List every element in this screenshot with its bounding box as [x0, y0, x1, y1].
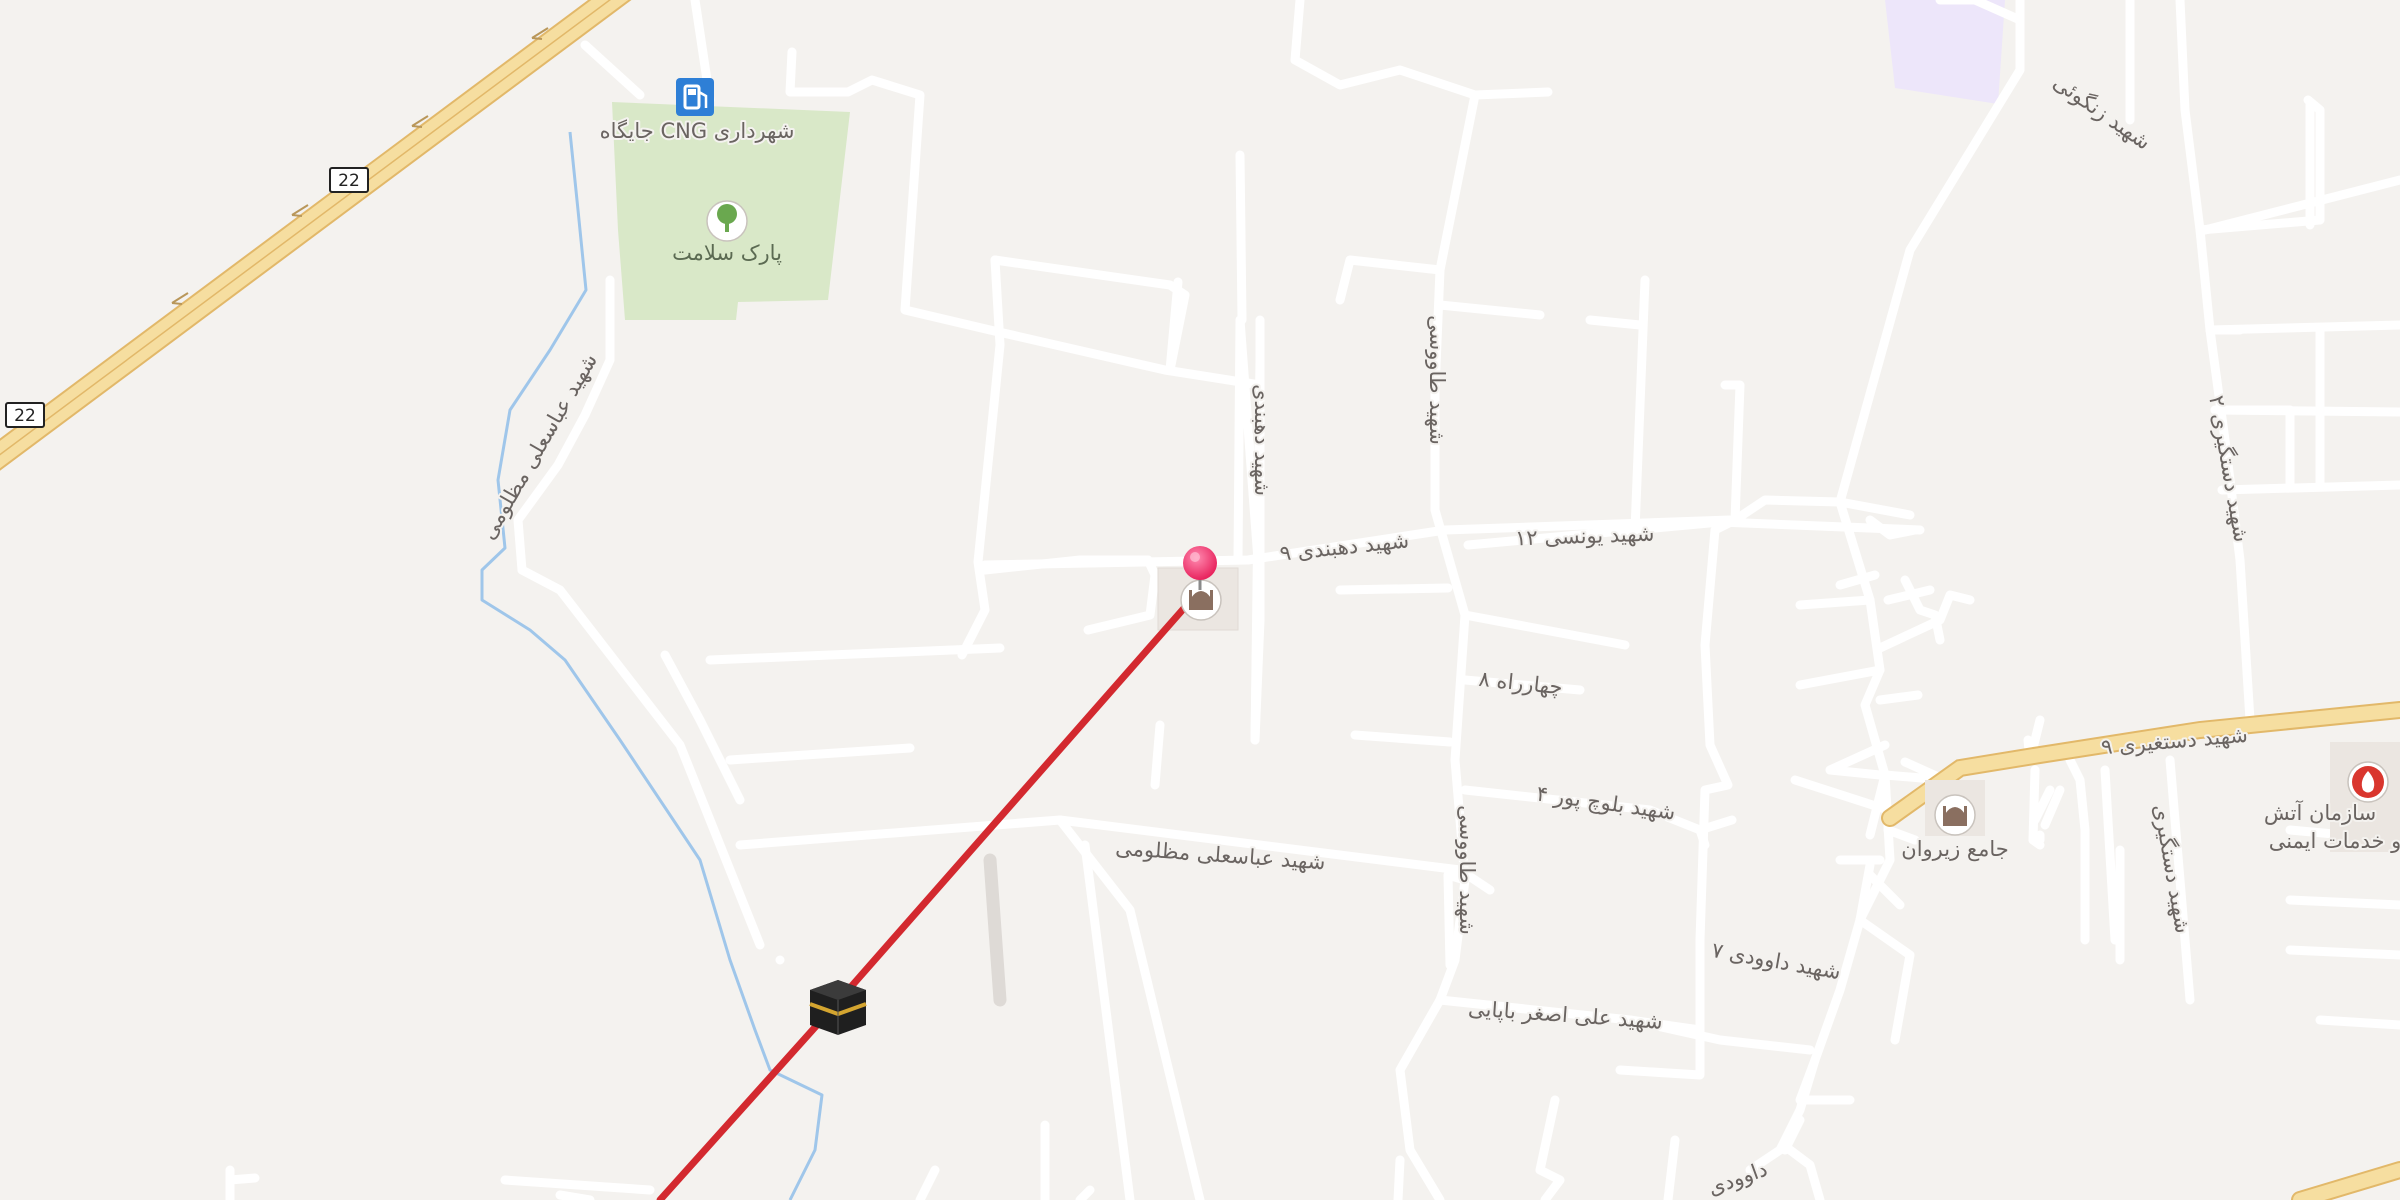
- fire-station-icon[interactable]: [2347, 761, 2389, 803]
- landuse-area: [1885, 0, 2005, 104]
- street-label: شهید یونسی ۱۲: [1515, 522, 1655, 551]
- street-label: شهید طاووسی: [1425, 315, 1449, 445]
- street-label: شهید طاووسی: [1455, 805, 1479, 935]
- highway-shield-label: 22: [338, 171, 360, 191]
- fuel-station-label: جایگاه CNG شهرداری: [600, 119, 795, 143]
- mosque-right-icon[interactable]: [1934, 794, 1976, 836]
- highway-shield-22-left: 22: [5, 402, 45, 428]
- park-label: پارک سلامت: [672, 241, 782, 265]
- fuel-station-icon[interactable]: [676, 78, 714, 116]
- street-label: شهید دهبندی: [1250, 384, 1274, 496]
- fire-station-label-line2: و خدمات ایمنی: [2269, 829, 2400, 853]
- highway-shield-22-top: 22: [329, 167, 369, 193]
- mosque-right-label: جامع زیروان: [1901, 837, 2008, 861]
- tree-icon[interactable]: [706, 200, 748, 242]
- highway-shield-label: 22: [14, 406, 36, 426]
- map-canvas[interactable]: 22 22 جایگاه CNG شهرداری پارک سلامت جامع…: [0, 0, 2400, 1200]
- kaaba-icon[interactable]: [809, 980, 867, 1035]
- fire-station-label-line1: سازمان آتش: [2264, 800, 2376, 825]
